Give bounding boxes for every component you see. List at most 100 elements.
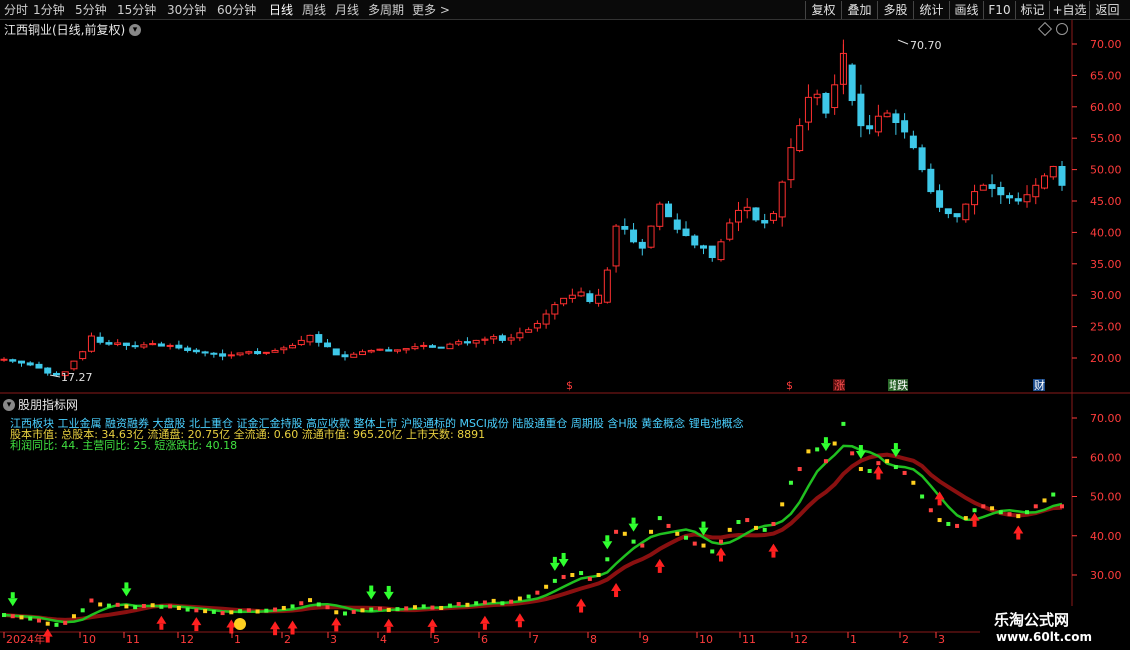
- candle-body: [315, 334, 323, 343]
- buy-arrow-stem: [1016, 533, 1021, 540]
- indicator-bar: [220, 611, 225, 616]
- indicator-bar: [649, 529, 654, 534]
- candle-body: [122, 342, 130, 346]
- indicator-bar: [168, 604, 173, 609]
- sell-arrow-stem: [10, 592, 15, 599]
- indicator-bar: [351, 609, 356, 614]
- candle-body: [918, 147, 926, 171]
- indicator-bar: [176, 605, 181, 610]
- sell-arrow-icon: [820, 443, 831, 452]
- candle-body: [909, 135, 917, 149]
- indicator-bar: [797, 467, 802, 472]
- candle-body: [1014, 198, 1022, 202]
- indicator-bar: [412, 605, 417, 610]
- chevron-down-icon[interactable]: ▾: [3, 399, 15, 411]
- indicator-bar: [745, 518, 750, 523]
- indicator-bar: [684, 535, 689, 540]
- sell-arrow-stem: [124, 582, 129, 589]
- candle-body: [603, 269, 611, 303]
- candle-body: [874, 115, 882, 133]
- candle-body: [761, 220, 769, 224]
- candle-body: [647, 225, 655, 248]
- xtick-label: 2024年: [6, 632, 45, 646]
- growth-info: 利润同比: 44. 主营同比: 25. 短涨跌比: 40.18: [10, 439, 238, 452]
- xtick-label: 1: [234, 633, 241, 646]
- candle-body: [962, 203, 970, 221]
- candle-body: [70, 360, 78, 370]
- candle-body: [796, 125, 804, 152]
- indicator-bar: [517, 596, 522, 601]
- indicator-bar: [640, 543, 645, 548]
- buy-arrow-icon: [287, 620, 298, 629]
- indicator-bar: [780, 502, 785, 507]
- indicator-bar: [727, 527, 732, 532]
- candle-body: [813, 93, 821, 99]
- candle-body: [219, 353, 227, 357]
- indicator-bar: [1051, 492, 1056, 497]
- indicator-bar: [430, 605, 435, 610]
- indicator-bar: [308, 598, 313, 603]
- candle-body: [656, 203, 664, 227]
- sell-arrow-stem: [552, 556, 557, 563]
- candle-body: [420, 344, 428, 347]
- candle-body: [114, 342, 122, 345]
- candle-body: [988, 184, 996, 189]
- indicator-bar: [990, 506, 995, 511]
- indicator-bar: [788, 480, 793, 485]
- xtick-label: 12: [180, 633, 194, 646]
- indicator-bar: [377, 606, 382, 611]
- indicator-bar: [736, 520, 741, 525]
- indicator-bar: [150, 603, 155, 608]
- buy-arrow-stem: [386, 626, 391, 633]
- candle-body: [463, 341, 471, 344]
- candle-body: [682, 228, 690, 237]
- candle-body: [402, 348, 410, 351]
- candle-body: [971, 191, 979, 206]
- indicator-bar: [63, 620, 68, 625]
- watermark-title: 乐淘公式网: [994, 611, 1070, 629]
- candle-body: [551, 304, 559, 315]
- indicator-bar: [666, 523, 671, 528]
- indicator-bar: [509, 599, 514, 604]
- watermark: 乐淘公式网 www.60lt.com: [980, 606, 1130, 650]
- indicator-series: [2, 421, 1064, 627]
- indicator-bar: [544, 584, 549, 589]
- candle-body: [166, 344, 174, 347]
- candle-body: [936, 190, 944, 208]
- indicator-bar: [1060, 504, 1064, 509]
- candle-body: [87, 335, 95, 352]
- indicator-bar: [290, 604, 295, 609]
- buy-arrow-icon: [191, 617, 202, 626]
- circle-icon[interactable]: [1056, 23, 1068, 35]
- indicator-bar: [963, 516, 968, 521]
- event-marker: $: [566, 379, 573, 392]
- indicator-bar: [893, 465, 898, 470]
- chevron-down-icon[interactable]: ▾: [129, 24, 141, 36]
- indicator-bar: [631, 539, 636, 544]
- xtick-label: 12: [794, 633, 808, 646]
- watermark-url: www.60lt.com: [996, 630, 1093, 644]
- candle-body: [306, 334, 314, 343]
- indicator-bar: [141, 604, 146, 609]
- indicator-bar: [561, 574, 566, 579]
- sell-arrow-stem: [823, 437, 828, 444]
- indicator-bar: [841, 421, 846, 426]
- indicator-bar: [89, 598, 94, 603]
- indicator-bar: [815, 447, 820, 452]
- candle-body: [472, 339, 480, 344]
- candle-body: [192, 349, 200, 353]
- xtick-label: 2: [902, 633, 909, 646]
- candlestick-series: [0, 39, 1066, 380]
- indicator-bar: [456, 602, 461, 607]
- buy-arrow-stem: [876, 473, 881, 480]
- xtick-label: 11: [126, 633, 140, 646]
- stock-chart[interactable]: 70.00 65.00 60.00 55.00 50.00 45.00 40.00 35.00…: [0, 0, 1130, 650]
- indicator-bar: [596, 573, 601, 577]
- candle-body: [157, 343, 165, 347]
- candle-body: [201, 351, 209, 354]
- buy-arrow-stem: [482, 623, 487, 630]
- candle-body: [612, 225, 620, 267]
- xtick-label: 6: [481, 633, 488, 646]
- candle-body: [411, 346, 419, 350]
- special-signal-icon: [234, 618, 246, 630]
